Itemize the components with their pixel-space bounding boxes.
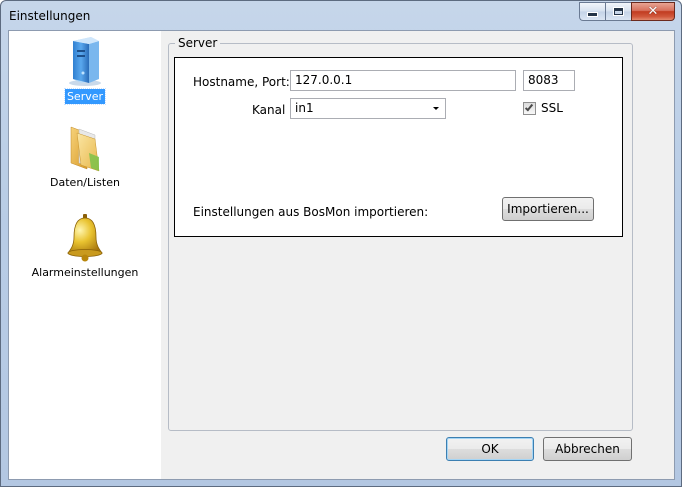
server-icon [69, 37, 101, 86]
channel-select-value: in1 [295, 101, 314, 115]
ssl-checkbox[interactable]: SSL [523, 101, 563, 115]
cancel-button[interactable]: Abbrechen [543, 437, 632, 461]
bell-icon [67, 214, 103, 262]
minimize-icon [587, 12, 598, 17]
folder-icon [70, 126, 100, 172]
import-label: Einstellungen aus BosMon importieren: [193, 205, 429, 219]
server-group: Server Hostname, Port: 127.0.0.1 8083 Ka… [168, 36, 633, 431]
maximize-icon [613, 7, 624, 16]
sidebar-item-label: Alarmeinstellungen [31, 266, 139, 279]
sidebar-item-daten-listen[interactable]: Daten/Listen [9, 123, 161, 190]
sidebar-item-alarmeinstellungen[interactable]: Alarmeinstellungen [9, 213, 161, 280]
channel-select[interactable]: in1 [290, 98, 446, 119]
close-button[interactable]: ✕ [631, 2, 675, 21]
sidebar-item-label: Server [63, 88, 107, 105]
close-icon: ✕ [647, 4, 659, 19]
title-bar[interactable]: Einstellungen ✕ [1, 1, 681, 29]
server-group-legend: Server [175, 36, 221, 50]
minimize-button[interactable] [579, 2, 605, 21]
port-input[interactable]: 8083 [523, 70, 575, 91]
settings-window: Einstellungen ✕ Server Daten/Listen Alar… [0, 0, 682, 487]
ssl-checkbox-box[interactable] [523, 101, 536, 115]
dropdown-arrow-icon [433, 107, 439, 110]
ok-button[interactable]: OK [446, 437, 534, 461]
ssl-label: SSL [541, 101, 563, 115]
hostname-input[interactable]: 127.0.0.1 [290, 70, 516, 91]
hostname-port-label: Hostname, Port: [193, 75, 290, 89]
import-button[interactable]: Importieren... [502, 197, 594, 221]
checkmark-icon [524, 102, 534, 111]
window-title: Einstellungen [9, 9, 91, 23]
channel-label: Kanal [252, 103, 286, 117]
maximize-button[interactable] [605, 2, 631, 21]
sidebar-item-label: Daten/Listen [50, 176, 120, 189]
settings-sidebar: Server Daten/Listen Alarmeinstellungen [9, 31, 161, 479]
sidebar-item-server[interactable]: Server [9, 35, 161, 105]
server-settings-panel: Hostname, Port: 127.0.0.1 8083 Kanal in1… [174, 57, 623, 237]
dialog-client-area: Server Daten/Listen Alarmeinstellungen S… [8, 30, 675, 480]
window-controls: ✕ [579, 2, 675, 21]
